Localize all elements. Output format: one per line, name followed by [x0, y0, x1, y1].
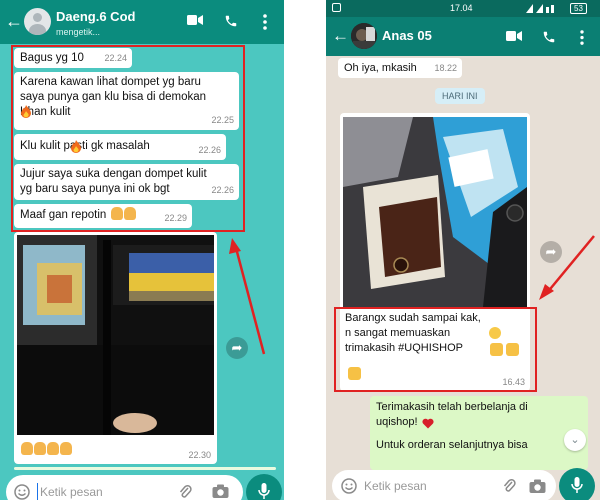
date-divider: HARI INI — [435, 88, 485, 104]
mic-icon — [571, 477, 583, 493]
contact-name[interactable]: Anas 05 — [382, 28, 432, 43]
more-vert-icon[interactable] — [579, 30, 585, 45]
notification-icon — [332, 3, 341, 12]
video-call-icon[interactable] — [506, 30, 522, 42]
message-input-bar[interactable]: Ketik pesan — [332, 470, 556, 500]
attach-icon[interactable] — [502, 478, 516, 494]
message-time: 18.22 — [434, 63, 457, 73]
attach-icon[interactable] — [178, 484, 192, 500]
chat-header: ← Anas 05 — [326, 17, 600, 56]
mic-button[interactable] — [246, 474, 282, 500]
status-time: 17.04 — [450, 3, 473, 13]
package-photo[interactable] — [343, 117, 527, 307]
red-arrow — [229, 238, 266, 355]
heart-icon — [422, 418, 434, 429]
reaction-emojis — [20, 440, 72, 458]
outgoing-message-bubble[interactable]: Terimakasih telah berbelanja di uqishop!… — [370, 396, 588, 470]
next-message-edge — [14, 467, 276, 470]
video-call-icon[interactable] — [187, 14, 203, 26]
phone-icon[interactable] — [224, 14, 238, 28]
emoji-icon[interactable] — [14, 484, 30, 500]
highlight-box — [11, 45, 245, 232]
status-bar: 17.04 53 — [326, 0, 600, 17]
avatar[interactable] — [351, 23, 377, 49]
message-input[interactable]: Ketik pesan — [364, 479, 427, 493]
message-input[interactable]: Ketik pesan — [40, 485, 103, 499]
phone-icon[interactable] — [542, 30, 556, 44]
camera-icon[interactable] — [212, 484, 229, 499]
emoji-icon[interactable] — [341, 478, 357, 494]
scroll-down-icon[interactable]: ⌄ — [564, 429, 586, 451]
more-vert-icon[interactable] — [262, 14, 268, 30]
photo-message[interactable]: 22.30 — [14, 232, 217, 464]
avatar[interactable] — [24, 8, 51, 35]
right-chat-screenshot: 17.04 53 ← Anas 05 Oh iya, mkasih 18.22 … — [326, 0, 600, 500]
left-chat-screenshot: ← Daeng.6 Cod mengetik... Bagus yg 10 22… — [0, 0, 284, 500]
message-text: Untuk orderan selanjutnya bisa — [376, 439, 528, 451]
camera-icon[interactable] — [529, 479, 546, 494]
message-input-bar[interactable]: Ketik pesan — [6, 475, 243, 500]
typing-status: mengetik... — [56, 27, 101, 37]
message-bubble[interactable]: Oh iya, mkasih 18.22 — [338, 58, 462, 78]
mic-icon — [258, 483, 270, 499]
highlight-box — [334, 307, 537, 392]
contact-name[interactable]: Daeng.6 Cod — [56, 9, 135, 24]
chat-header: ← Daeng.6 Cod mengetik... — [0, 0, 284, 44]
back-arrow-icon[interactable]: ← — [5, 12, 23, 30]
forward-icon[interactable]: ➦ — [540, 241, 562, 263]
back-arrow-icon[interactable]: ← — [332, 27, 349, 44]
mic-button[interactable] — [559, 468, 595, 500]
message-time: 22.30 — [188, 450, 211, 460]
message-text: Terimakasih telah berbelanja di uqishop! — [376, 401, 528, 428]
signal-icons — [526, 4, 554, 13]
wallet-photo[interactable] — [17, 235, 214, 435]
battery-indicator: 53 — [570, 3, 587, 14]
